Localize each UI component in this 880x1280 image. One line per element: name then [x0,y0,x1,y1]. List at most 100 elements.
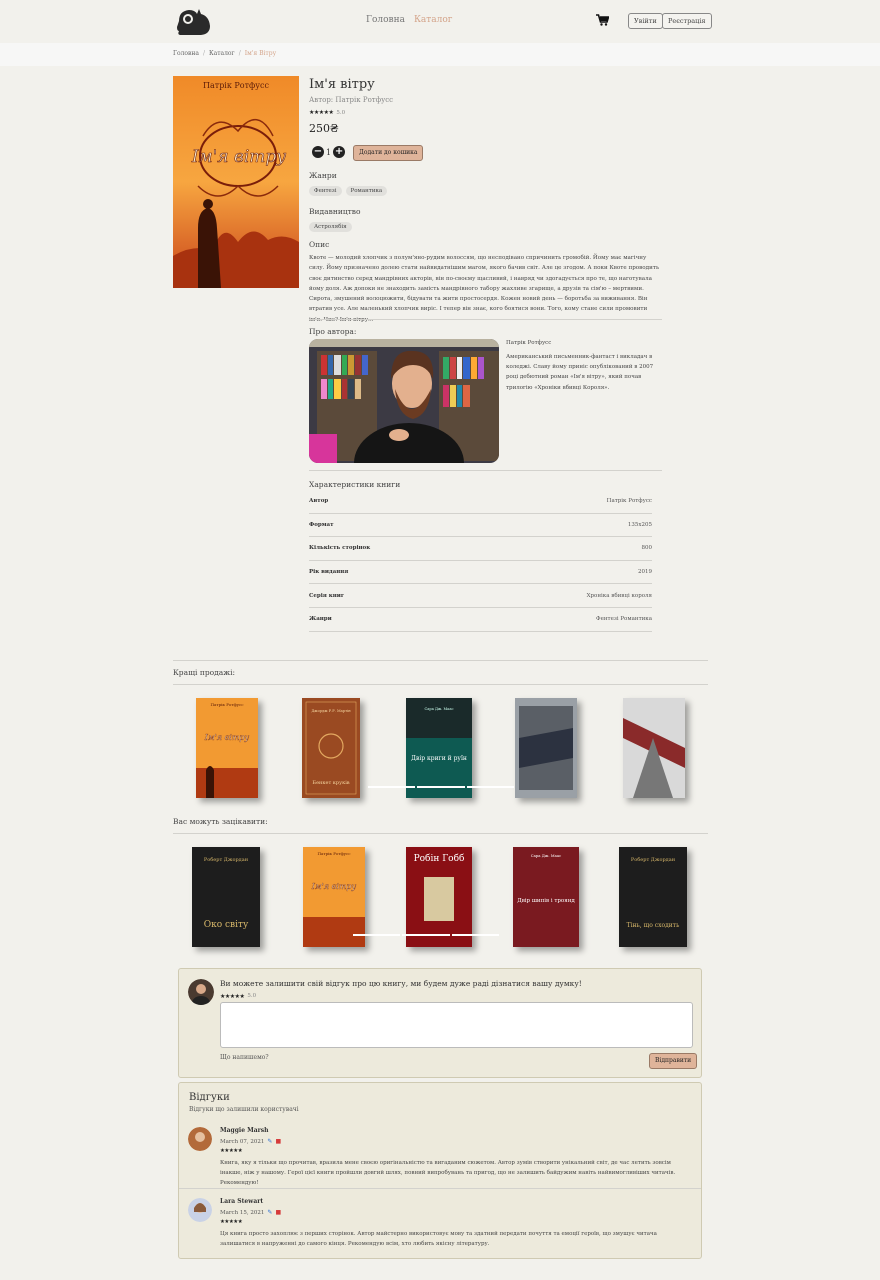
description-label: Опис [309,240,330,249]
book-cover-card[interactable]: Сара Дж. Маас Двір криги й руїн [406,698,472,798]
svg-text:Роберт Джордан: Роберт Джордан [631,856,676,863]
table-row: Жанри Фентезі Романтика [309,608,652,632]
table-row: Кількість сторінок 800 [309,537,652,561]
review-rating-input[interactable]: ★★★★★ 5.0 [220,993,256,1000]
rating-stars-icon[interactable]: ★★★★★ [220,993,245,1000]
cart-icon[interactable] [596,14,609,26]
main-nav: Головна Каталог [366,15,452,25]
book-cover-card[interactable]: Джордж Р.Р. Мартін Бенкет круків [302,698,360,798]
cat-logo-icon[interactable] [176,7,214,35]
nav-home-link[interactable]: Головна [366,15,405,25]
edit-icon[interactable]: ✎ [267,1209,272,1216]
rating-value: 5.0 [336,109,346,116]
breadcrumb-catalog[interactable]: Каталог [209,50,235,57]
table-row: Серія книг Хроніка вбивці короля [309,584,652,608]
book-cover-card[interactable] [623,698,685,798]
svg-text:Сара Дж. Маас: Сара Дж. Маас [531,853,562,858]
breadcrumb-current: Ім'я Вітру [244,50,277,57]
trash-icon[interactable]: ■ [275,1209,281,1216]
row-key: Рік видання [309,569,349,576]
book-cover-image: Патрік Ротфусс Ім'я вітру [173,76,299,288]
edit-icon[interactable]: ✎ [267,1138,272,1145]
add-to-cart-button[interactable]: Додати до кошика [353,145,424,161]
characteristics-title: Характеристики книги [309,480,401,489]
row-key: Автор [309,498,329,505]
genre-chip[interactable]: Романтика [345,186,388,196]
avatar [188,1198,212,1222]
publisher-list: Астролябія [309,222,352,232]
author-name[interactable]: Патрік Ротфусс [506,340,551,346]
review-text: Ця книга просто захоплює з перших сторін… [220,1231,657,1247]
svg-text:Бенкет круків: Бенкет круків [312,780,349,786]
review-date-text: March 07, 2021 [220,1138,265,1145]
bestsellers-carousel: Патрік Ротфусс Ім'я вітру Джордж Р.Р. Ма… [173,698,708,802]
reviews-subtitle: Відгуки що залишили користувачі [189,1106,299,1113]
cover-author: Патрік Ротфусс [203,81,269,90]
svg-text:Ім'я вітру: Ім'я вітру [204,733,250,742]
divider [179,1188,701,1189]
product-description: Квоте — молодий хлопчик з полум'яно-руди… [309,255,659,323]
author-photo [309,339,499,463]
svg-text:Робін Гобб: Робін Гобб [414,853,465,864]
review-textarea[interactable] [220,1002,693,1048]
cover-title: Ім'я вітру [191,147,286,167]
row-key: Жанри [309,616,332,623]
genres-list: Фентезі Романтика [309,186,388,196]
book-cover-card[interactable]: Патрік Ротфусс Ім'я вітру [196,698,258,798]
carousel-indicators[interactable] [368,786,514,788]
site-header: Головна Каталог Увійти Реєстрація [0,0,880,43]
table-row: Автор Патрік Ротфусс [309,490,652,514]
review-form: Ви можете залишити свій відгук про цю кн… [178,968,702,1078]
review-date: March 07, 2021 ✎ ■ [220,1138,281,1145]
submit-review-button[interactable]: Відправити [649,1053,698,1069]
minus-icon[interactable]: − [312,146,324,158]
carousel-indicators[interactable] [353,934,499,936]
reviewer-name: Lara Stewart [220,1198,264,1205]
product-title: Ім'я вітру [309,77,375,92]
row-value: Хроніка вбивці короля [586,592,652,599]
login-button[interactable]: Увійти [628,13,663,29]
row-key: Формат [309,521,334,528]
book-cover-card[interactable]: Роберт Джордан Око світу [192,847,260,947]
genres-label: Жанри [309,171,337,180]
product-price: 250₴ [309,122,339,135]
genre-chip[interactable]: Фентезі [309,186,342,196]
svg-text:Джордж Р.Р. Мартін: Джордж Р.Р. Мартін [311,709,351,713]
row-value: 2019 [638,569,652,576]
row-value: 135х205 [627,521,652,528]
nav-catalog-link[interactable]: Каталог [414,15,453,25]
breadcrumb-home[interactable]: Головна [173,50,199,57]
book-cover-card[interactable]: Роберт Джордан Тінь, що сходить [619,847,687,947]
rating-value: 5.0 [247,993,257,999]
book-cover-card[interactable]: Патрік Ротфусс Ім'я вітру [303,847,365,947]
svg-text:Ім'я вітру: Ім'я вітру [311,882,357,891]
review-item: Lara Stewart March 15, 2021 ✎ ■ ★★★★★ Ця… [179,1198,701,1258]
book-cover-card[interactable]: Сара Дж. Маас Двір шипів і троянд [513,847,579,947]
row-value: Фентезі Романтика [596,616,652,623]
reviewer-name: Maggie Marsh [220,1127,269,1134]
quantity-stepper: − 1 + [312,146,346,158]
plus-icon[interactable]: + [333,146,346,158]
bestsellers-title: Кращі продажі: [173,668,236,677]
svg-text:Тінь, що сходить: Тінь, що сходить [627,922,680,929]
register-button[interactable]: Реєстрація [662,13,712,29]
quantity-value: 1 [326,147,332,157]
review-date: March 15, 2021 ✎ ■ [220,1209,281,1216]
svg-text:Двір криги й руїн: Двір криги й руїн [411,755,467,762]
reviews-section: Відгуки Відгуки що залишили користувачі … [178,1082,702,1259]
table-row: Формат 135х205 [309,514,652,538]
product-author[interactable]: Автор: Патрік Ротфусс [309,96,393,104]
trash-icon[interactable]: ■ [275,1138,281,1145]
divider [173,833,708,834]
row-value: Патрік Ротфусс [606,498,652,505]
review-stars: ★★★★★ [220,1148,243,1154]
avatar [188,1127,212,1151]
review-prompt: Ви можете залишити свій відгук про цю кн… [220,979,582,988]
book-cover-card[interactable]: Робін Гобб [406,847,472,947]
svg-text:Двір шипів і троянд: Двір шипів і троянд [517,898,575,904]
divider [309,319,662,320]
publisher-chip[interactable]: Астролябія [309,222,352,232]
book-cover-card[interactable] [515,698,577,798]
svg-text:Роберт Джордан: Роберт Джордан [204,856,249,863]
rating-stars-icon: ★★★★★ [309,109,334,116]
